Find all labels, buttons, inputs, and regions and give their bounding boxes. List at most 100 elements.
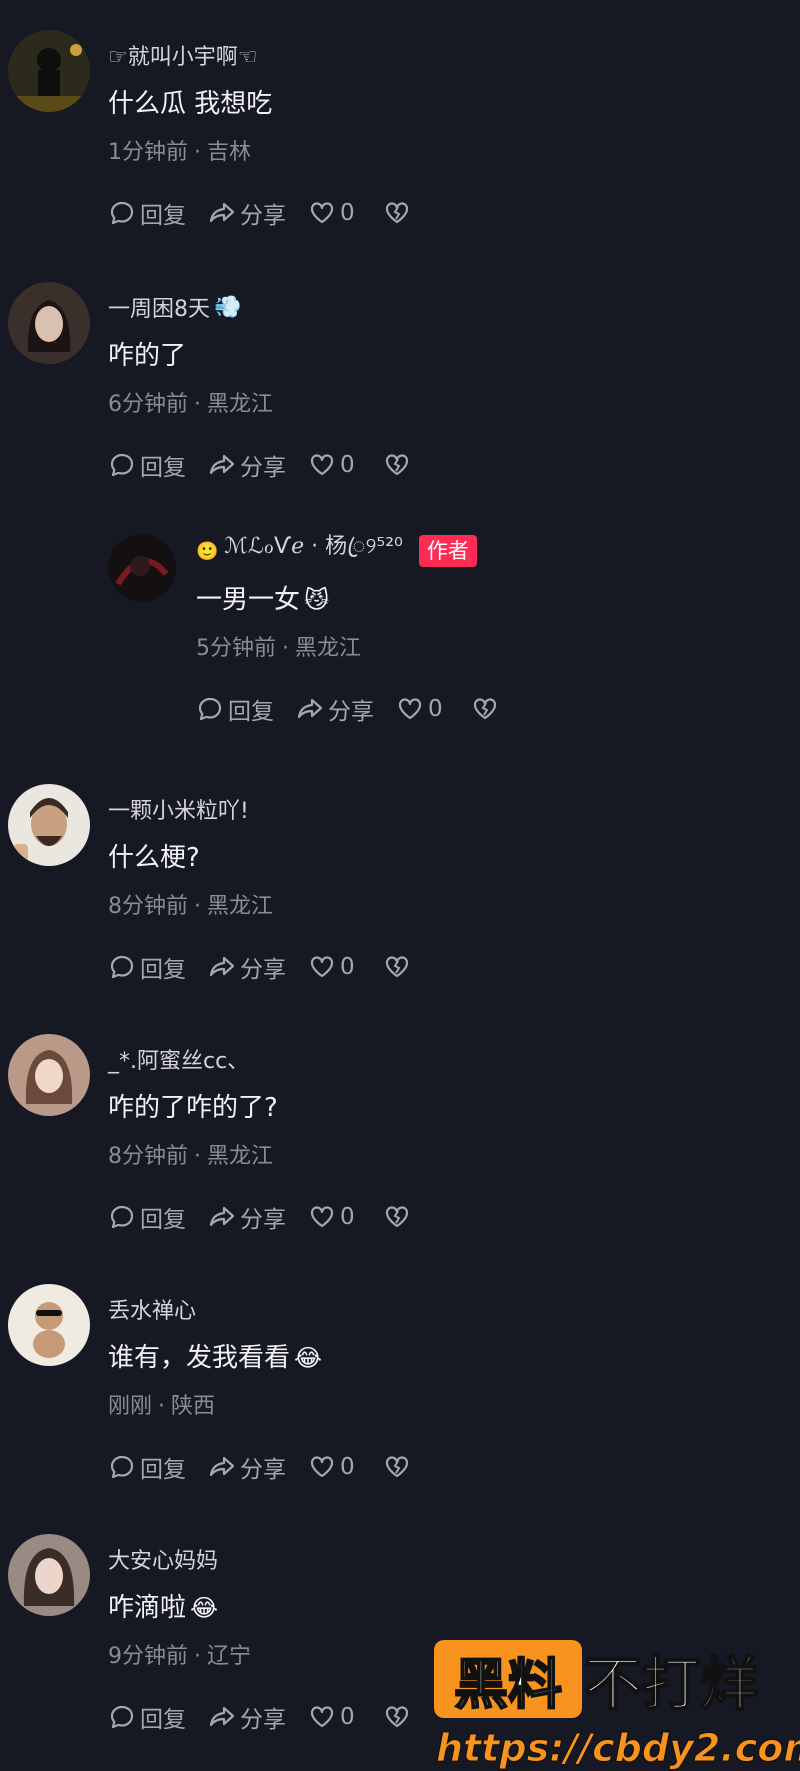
comment-meta: 9分钟前 · 辽宁 [108,1638,437,1670]
share-button[interactable]: 分享 [208,196,286,230]
username-text[interactable]: 一周困8天 [108,291,210,323]
watermark: 黑料 不打烊 https://cbdy2.com [432,1636,800,1771]
comment-emoji: 😂 [294,1344,323,1372]
reply-button[interactable]: 回复 [108,448,186,482]
reply-label: 回复 [140,957,186,983]
comment-actions: 回复 分享 0 [108,1200,437,1234]
comment-emoji: 😂 [190,1594,219,1622]
username-emoji: 💨 [214,294,242,320]
avatar[interactable] [8,1034,90,1116]
broken-heart-icon [385,454,408,476]
share-button[interactable]: 分享 [208,950,286,984]
username[interactable]: 一颗小米粒吖! [108,792,437,826]
heart-icon [310,454,334,476]
broken-heart-icon [385,1456,408,1478]
avatar[interactable] [8,30,90,112]
timestamp: 8分钟前 [108,894,188,919]
like-button[interactable]: 0 [308,1703,355,1731]
share-button[interactable]: 分享 [296,692,374,726]
like-button[interactable]: 0 [308,451,355,479]
comment-actions: 回复 分享 0 [108,950,437,984]
heart-icon [310,956,334,978]
reply-icon [110,201,134,225]
comment-actions: 回复 分享 0 [108,448,437,482]
dislike-button[interactable] [383,199,415,227]
reply-button[interactable]: 回复 [108,1200,186,1234]
like-button[interactable]: 0 [308,1203,355,1231]
avatar[interactable] [8,1534,90,1616]
broken-heart-icon [385,1706,408,1728]
reply-button[interactable]: 回复 [108,196,186,230]
comment-meta: 8分钟前 · 黑龙江 [108,1138,437,1170]
share-icon [209,1706,235,1727]
username-text[interactable]: 大安心妈妈 [108,1543,218,1575]
meta-separator: · [194,140,201,165]
location: 吉林 [207,140,252,165]
username-text[interactable]: _*.阿蜜丝cc、 [108,1043,249,1075]
comment-actions: 回复 分享 0 [196,692,525,726]
reply-icon [110,1205,134,1229]
comment-text-content: 咋的了咋的了? [108,1093,278,1123]
like-count: 0 [340,1704,355,1730]
like-button[interactable]: 0 [308,953,355,981]
comment-text: 谁有，发我看看 😂 [108,1340,437,1376]
comment-text: 咋的了咋的了? [108,1090,437,1126]
avatar[interactable] [108,534,176,602]
comment-text: 什么瓜 我想吃 [108,86,437,122]
username[interactable]: ☞就叫小宇啊☜ [108,38,437,72]
reply-button[interactable]: 回复 [108,1450,186,1484]
dislike-button[interactable] [383,953,415,981]
share-label: 分享 [328,699,374,725]
dislike-button[interactable] [471,695,503,723]
share-button[interactable]: 分享 [208,1200,286,1234]
reply-button[interactable]: 回复 [108,950,186,984]
dislike-button[interactable] [383,451,415,479]
comment-text-content: 咋滴啦 [108,1593,187,1623]
username-text[interactable]: 一颗小米粒吖! [108,793,249,825]
dislike-button[interactable] [383,1703,415,1731]
like-count: 0 [340,1454,355,1480]
like-button[interactable]: 0 [396,695,443,723]
username[interactable]: 丢水禅心 [108,1292,437,1326]
share-label: 分享 [240,1707,286,1733]
watermark-slogan: 不打烊 [583,1649,759,1719]
reply-icon [110,1705,134,1729]
timestamp: 1分钟前 [108,140,188,165]
reply-label: 回复 [140,1707,186,1733]
share-button[interactable]: 分享 [208,448,286,482]
location: 黑龙江 [295,636,362,661]
share-button[interactable]: 分享 [208,1450,286,1484]
username[interactable]: 一周困8天 💨 [108,290,437,324]
comment-meta: 5分钟前 · 黑龙江 [196,630,525,662]
comment-text-content: 什么瓜 我想吃 [108,89,273,119]
username[interactable]: 🙂 ℳℒℴѴℯ · 杨ꦿ୨⁵²⁰ 作者 [196,534,525,568]
like-count: 0 [340,452,355,478]
reply-icon [110,453,134,477]
avatar-image [8,30,90,112]
comment-text: 咋滴啦 😂 [108,1590,437,1626]
username-text[interactable]: ℳℒℴѴℯ · 杨ꦿ୨⁵²⁰ [224,528,402,574]
comment-actions: 回复 分享 0 [108,1700,437,1734]
broken-heart-icon [385,1206,408,1228]
avatar[interactable] [8,784,90,866]
dislike-button[interactable] [383,1203,415,1231]
like-button[interactable]: 0 [308,1453,355,1481]
reply-button[interactable]: 回复 [108,1700,186,1734]
comment-emoji: 😼 [304,586,330,614]
reply-button[interactable]: 回复 [196,692,274,726]
dislike-button[interactable] [383,1453,415,1481]
avatar[interactable] [8,282,90,364]
reply-label: 回复 [228,699,274,725]
watermark-url: https://cbdy2.com [436,1726,800,1771]
share-button[interactable]: 分享 [208,1700,286,1734]
share-icon [209,1456,235,1477]
reply-icon [110,1455,134,1479]
username[interactable]: _*.阿蜜丝cc、 [108,1042,437,1076]
heart-icon [310,1206,334,1228]
reply-icon [198,697,222,721]
username[interactable]: 大安心妈妈 [108,1542,437,1576]
username-text[interactable]: 丢水禅心 [108,1293,196,1325]
avatar[interactable] [8,1284,90,1366]
like-button[interactable]: 0 [308,199,355,227]
username-text[interactable]: ☞就叫小宇啊☜ [108,39,257,71]
